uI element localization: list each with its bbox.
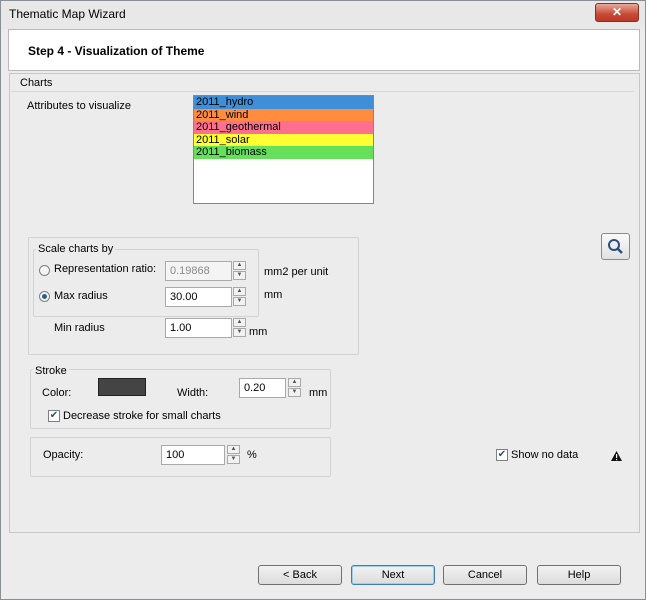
stroke-width-stepper[interactable]: ▲ ▼ [288,378,301,398]
min-radius-stepper[interactable]: ▲ ▼ [233,318,246,338]
min-radius-unit: mm [249,326,268,338]
list-item[interactable]: 2011_wind [194,108,373,121]
checkmark-icon: ✔ [497,449,507,460]
max-radius-unit: mm [264,289,283,301]
next-button[interactable]: Next [351,565,435,585]
scale-group-label: Scale charts by [36,243,116,255]
spin-down-icon[interactable]: ▼ [233,271,246,280]
stroke-width-label: Width: [177,387,209,399]
spin-down-icon[interactable]: ▼ [233,297,246,306]
spin-up-icon[interactable]: ▲ [233,261,246,270]
warning-icon [611,451,622,461]
wizard-window: Thematic Map Wizard ✕ Step 4 - Visualiza… [0,0,646,600]
spin-down-icon[interactable]: ▼ [288,388,301,397]
opacity-unit: % [247,449,257,461]
window-title: Thematic Map Wizard [9,7,126,21]
stroke-color-label: Color: [42,387,72,399]
spin-up-icon[interactable]: ▲ [288,378,301,387]
wizard-header: Step 4 - Visualization of Theme [8,29,640,71]
spin-up-icon[interactable]: ▲ [227,445,240,454]
max-radius-radio[interactable] [39,291,50,302]
representation-ratio-unit: mm2 per unit [264,266,329,278]
max-radius-label: Max radius [54,290,108,302]
opacity-stepper[interactable]: ▲ ▼ [227,445,240,465]
zoom-button[interactable] [601,233,630,260]
checkmark-icon: ✔ [49,410,59,421]
back-button[interactable]: < Back [258,565,342,585]
opacity-input[interactable]: 100 [161,445,225,465]
spin-up-icon[interactable]: ▲ [233,318,246,327]
representation-ratio-label: Representation ratio: [54,263,157,275]
spin-down-icon[interactable]: ▼ [233,328,246,337]
representation-ratio-input[interactable]: 0.19868 [165,261,232,281]
magnifier-icon [608,239,623,254]
opacity-label: Opacity: [43,449,84,461]
stroke-group-label: Stroke [33,365,69,377]
show-no-data-checkbox[interactable]: ✔ [496,449,508,461]
representation-ratio-radio[interactable] [39,265,50,276]
min-radius-input[interactable]: 1.00 [165,318,232,338]
spin-up-icon[interactable]: ▲ [233,287,246,296]
list-item[interactable]: 2011_biomass [194,146,373,159]
list-item[interactable]: 2011_solar [194,133,373,146]
cancel-button[interactable]: Cancel [443,565,527,585]
charts-group-label: Charts [18,77,55,89]
list-item[interactable]: 2011_hydro [194,96,373,109]
max-radius-input[interactable]: 30.00 [165,287,232,307]
stroke-color-swatch[interactable] [98,378,146,396]
decrease-stroke-checkbox[interactable]: ✔ [48,410,60,422]
min-radius-label: Min radius [54,322,105,334]
page-title: Step 4 - Visualization of Theme [28,44,205,58]
max-radius-stepper[interactable]: ▲ ▼ [233,287,246,307]
list-item[interactable]: 2011_geothermal [194,121,373,134]
decrease-stroke-label: Decrease stroke for small charts [63,410,221,422]
attributes-label: Attributes to visualize [27,100,131,112]
stroke-width-unit: mm [309,387,328,399]
representation-ratio-stepper[interactable]: ▲ ▼ [233,261,246,281]
help-button[interactable]: Help [537,565,621,585]
close-icon: ✕ [611,5,623,19]
spin-down-icon[interactable]: ▼ [227,455,240,464]
show-no-data-label: Show no data [511,449,579,461]
close-button[interactable]: ✕ [595,3,639,22]
attributes-list[interactable]: 2011_hydro 2011_wind 2011_geothermal 201… [193,95,374,204]
charts-divider [11,91,634,92]
title-bar: Thematic Map Wizard ✕ [1,1,645,29]
stroke-width-input[interactable]: 0.20 [239,378,286,398]
